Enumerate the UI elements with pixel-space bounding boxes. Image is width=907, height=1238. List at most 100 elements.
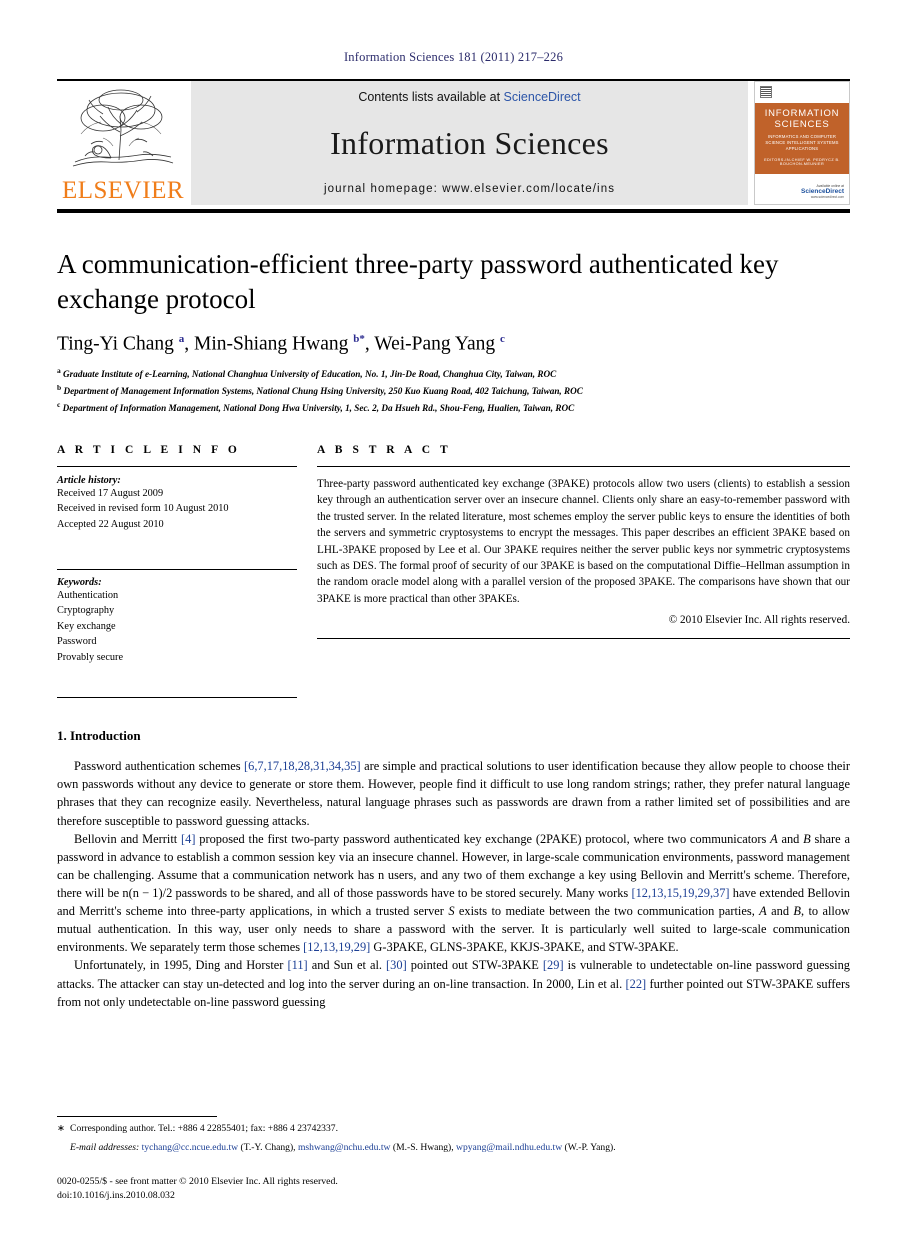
keyword-item: Authentication	[57, 590, 119, 602]
citation-link[interactable]: [22]	[626, 977, 647, 991]
running-head: Information Sciences 181 (2011) 217–226	[343, 50, 564, 64]
imprint-block: 0020-0255/$ - see front matter © 2010 El…	[57, 1175, 850, 1204]
affiliation-marker: a	[57, 365, 61, 375]
p2-part-h: G-3PAKE, GLNS-3PAKE, KKJS-3PAKE, and STW…	[370, 940, 679, 955]
p2-part-f: exists to mediate between the two commun…	[454, 904, 760, 919]
cover-footer: Available online at ScienceDirect www.sc…	[801, 184, 844, 199]
keywords-bottom-rule	[57, 697, 297, 699]
citation-link[interactable]: [4]	[181, 832, 195, 846]
citation-link[interactable]: [30]	[386, 958, 407, 972]
affiliation-item: c Department of Information Management, …	[57, 399, 850, 416]
affiliation-text: Department of Management Information Sys…	[63, 385, 583, 396]
affiliation-marker: c	[57, 399, 61, 409]
article-info-heading: A R T I C L E I N F O	[57, 443, 241, 456]
cover-subtitle: INFORMATICS AND COMPUTER SCIENCE INTELLI…	[765, 133, 839, 152]
keyword-item: Cryptography	[57, 605, 115, 617]
article-info-rule	[57, 465, 297, 467]
email-end: .	[613, 1142, 616, 1154]
p3-part-b: and Sun et al.	[307, 958, 387, 973]
paragraph-1: Password authentication schemes [6,7,17,…	[57, 757, 850, 829]
citation-link[interactable]: [29]	[543, 958, 564, 972]
journal-homepage[interactable]: journal homepage: www.elsevier.com/locat…	[324, 183, 615, 195]
issn-frontmatter-line: 0020-0255/$ - see front matter © 2010 El…	[57, 1175, 338, 1187]
journal-cover-thumbnail[interactable]: INFORMATION SCIENCES INFORMATICS AND COM…	[754, 81, 850, 205]
cover-sciencedirect-brand: ScienceDirect	[801, 188, 844, 195]
keyword-item: Password	[57, 636, 97, 648]
article-body: 1. Introduction Password authentication …	[57, 728, 850, 1011]
citation-link[interactable]: [11]	[287, 958, 307, 972]
page-title: A communication-efficient three-party pa…	[57, 249, 779, 314]
affiliation-list: a Graduate Institute of e-Learning, Nati…	[57, 365, 850, 416]
elsevier-logo: ELSEVIER	[57, 81, 189, 205]
author-list: Ting-Yi Chang a, Min-Shiang Hwang b*, We…	[57, 333, 505, 355]
affiliation-text: Graduate Institute of e-Learning, Nation…	[63, 368, 557, 379]
citation-link[interactable]: [12,13,19,29]	[303, 940, 370, 954]
corresponding-author-text: Corresponding author. Tel.: +886 4 22855…	[70, 1122, 338, 1134]
history-received: Received 17 August 2009	[57, 487, 164, 499]
cover-editors: EDITORS-IN-CHIEF W. PEDRYCZ B. BOUCHON-M…	[764, 157, 840, 166]
info-abstract-region: A R T I C L E I N F O Article history: R…	[57, 444, 850, 699]
keywords-label: Keywords:	[57, 577, 102, 589]
affiliation-marker: b	[57, 382, 62, 392]
section-heading-introduction: 1. Introduction	[57, 728, 141, 744]
email-note: E-mail addresses: tychang@cc.ncue.edu.tw…	[57, 1141, 850, 1155]
keyword-item: Key exchange	[57, 620, 116, 632]
paragraph-2: Bellovin and Merritt [4] proposed the fi…	[57, 830, 850, 957]
elsevier-wordmark: ELSEVIER	[61, 177, 185, 204]
p2-part-b: proposed the first two-party password au…	[195, 831, 771, 846]
journal-banner: ELSEVIER Contents lists available at Sci…	[57, 79, 850, 205]
journal-title: Information Sciences	[330, 125, 609, 161]
page-footnotes: ∗ Corresponding author. Tel.: +886 4 2285…	[57, 1115, 850, 1204]
footnote-rule	[57, 1115, 217, 1117]
email-link[interactable]: tychang@cc.ncue.edu.tw	[142, 1142, 238, 1153]
keywords-block: Keywords: Authentication Cryptography Ke…	[57, 577, 297, 665]
email-owner: (M.-S. Hwang)	[392, 1142, 452, 1154]
affiliation-item: a Graduate Institute of e-Learning, Nati…	[57, 365, 850, 382]
contents-available-line: Contents lists available at ScienceDirec…	[358, 90, 580, 104]
citation-link[interactable]: [12,13,15,19,29,37]	[631, 886, 729, 900]
cover-title-line2: SCIENCES	[774, 118, 830, 130]
keyword-item: Provably secure	[57, 651, 124, 663]
variable-B2: B	[793, 904, 801, 919]
abstract-heading: A B S T R A C T	[317, 443, 452, 456]
banner-center: Contents lists available at ScienceDirec…	[191, 81, 748, 205]
cover-sciencedirect-url: www.sciencedirect.com	[810, 195, 844, 199]
abstract-copyright: © 2010 Elsevier Inc. All rights reserved…	[668, 614, 850, 627]
paragraph-3: Unfortunately, in 1995, Ding and Horster…	[57, 956, 850, 1010]
abstract-rule	[317, 465, 850, 467]
variable-B: B	[803, 831, 811, 846]
doi-line: doi:10.1016/j.ins.2010.08.032	[57, 1190, 175, 1202]
abstract-bottom-rule	[317, 638, 850, 640]
article-history: Article history: Received 17 August 2009…	[57, 475, 297, 532]
keywords-top-rule	[57, 569, 297, 571]
email-label: E-mail addresses:	[70, 1142, 140, 1154]
email-owner: (T.-Y. Chang)	[240, 1142, 294, 1154]
corresponding-author-note: ∗ Corresponding author. Tel.: +886 4 2285…	[57, 1122, 850, 1136]
article-history-label: Article history:	[57, 474, 121, 486]
title-block: A communication-efficient three-party pa…	[57, 247, 850, 416]
cover-title-band: INFORMATION SCIENCES INFORMATICS AND COM…	[755, 103, 849, 174]
variable-A2: A	[759, 904, 767, 919]
email-link[interactable]: wpyang@mail.ndhu.edu.tw	[456, 1142, 562, 1153]
p2-part-a: Bellovin and Merritt	[74, 831, 182, 846]
p2-part-c2: and	[766, 904, 794, 919]
p2-part-c: and	[777, 831, 804, 846]
banner-bottom-rule	[57, 209, 850, 213]
corresponding-author-marker: ∗	[57, 1122, 66, 1134]
p1-part-a: Password authentication schemes	[74, 759, 244, 774]
paper-page: Information Sciences 181 (2011) 217–226	[0, 0, 907, 1238]
history-accepted: Accepted 22 August 2010	[57, 518, 164, 530]
article-info-column: A R T I C L E I N F O Article history: R…	[57, 444, 297, 699]
elsevier-tree-icon	[67, 84, 179, 176]
affiliation-text: Department of Information Management, Na…	[62, 402, 575, 413]
p3-part-c: pointed out STW-3PAKE	[406, 958, 543, 973]
p3-part-a: Unfortunately, in 1995, Ding and Horster	[74, 958, 288, 973]
citation-link[interactable]: [6,7,17,18,28,31,34,35]	[244, 759, 361, 773]
affiliation-item: b Department of Management Information S…	[57, 382, 850, 399]
email-owner: (W.-P. Yang)	[564, 1142, 614, 1154]
sciencedirect-link[interactable]: ScienceDirect	[504, 90, 581, 104]
contents-prefix: Contents lists available at	[358, 90, 504, 104]
history-revised: Received in revised form 10 August 2010	[57, 503, 229, 515]
abstract-column: A B S T R A C T Three-party password aut…	[317, 444, 850, 699]
email-link[interactable]: mshwang@nchu.edu.tw	[298, 1142, 391, 1153]
